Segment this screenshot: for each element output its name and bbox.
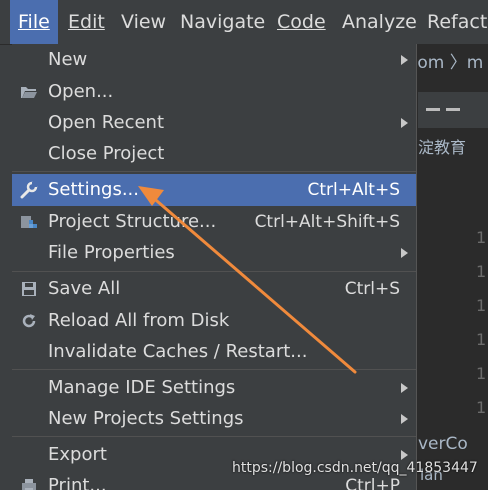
project-panel-edge: [0, 44, 12, 490]
menu-item-label: Print...: [48, 475, 107, 490]
breadcrumb[interactable]: com 〉m: [408, 48, 483, 73]
line-number: 1: [476, 228, 487, 247]
menu-item-label: Project Structure...: [48, 211, 217, 232]
menu-bar: File Edit View Navigate Code Analyze Ref…: [0, 0, 488, 45]
line-number: 1: [476, 364, 487, 383]
watermark: https://blog.csdn.net/qq_41853447: [232, 460, 478, 476]
reload-icon: [20, 312, 38, 330]
print-icon: [20, 477, 38, 490]
menu-item-invalidate-caches[interactable]: Invalidate Caches / Restart...: [12, 336, 416, 368]
menu-item-label: New Projects Settings: [48, 408, 244, 429]
menu-item-save-all[interactable]: Save All Ctrl+S: [12, 273, 416, 305]
line-number: 1: [476, 296, 487, 315]
line-number: 1: [476, 330, 487, 349]
save-icon: [20, 280, 38, 298]
project-structure-icon: [20, 213, 38, 231]
menu-item-shortcut: Ctrl+S: [344, 279, 400, 299]
menu-separator: [12, 369, 416, 370]
submenu-arrow-icon: [401, 450, 408, 460]
menu-item-new-projects-settings[interactable]: New Projects Settings: [12, 403, 416, 435]
menu-item-new[interactable]: New: [12, 44, 416, 76]
menu-refactor[interactable]: Refactor: [427, 0, 488, 44]
menu-edit[interactable]: Edit: [68, 0, 105, 44]
menu-item-open-recent[interactable]: Open Recent: [12, 107, 416, 139]
menu-item-close-project[interactable]: Close Project: [12, 138, 416, 170]
menu-item-shortcut: Ctrl+Alt+Shift+S: [254, 212, 400, 232]
menu-code[interactable]: Code: [277, 0, 326, 44]
menu-view[interactable]: View: [121, 0, 166, 44]
menu-item-label: Export: [48, 444, 107, 465]
folder-open-icon: [20, 83, 38, 101]
menu-item-label: Close Project: [48, 143, 165, 164]
menu-item-label: Reload All from Disk: [48, 310, 230, 331]
menu-item-label: Manage IDE Settings: [48, 377, 236, 398]
file-menu-dropdown: New Open... Open Recent Close Project Se…: [12, 44, 417, 490]
submenu-arrow-icon: [401, 55, 408, 65]
menu-item-reload-all[interactable]: Reload All from Disk: [12, 305, 416, 337]
menu-item-file-properties[interactable]: File Properties: [12, 237, 416, 269]
collapse-icon[interactable]: [446, 108, 460, 111]
line-number: 1: [476, 398, 487, 417]
menu-item-label: Invalidate Caches / Restart...: [48, 341, 308, 362]
menu-item-open[interactable]: Open...: [12, 76, 416, 108]
menu-item-label: Open...: [48, 81, 114, 102]
submenu-arrow-icon: [401, 118, 408, 128]
menu-item-manage-ide-settings[interactable]: Manage IDE Settings: [12, 372, 416, 404]
submenu-arrow-icon: [401, 248, 408, 258]
line-number: 1: [476, 262, 487, 281]
menu-item-label: New: [48, 49, 88, 70]
menu-separator: [12, 436, 416, 437]
menu-item-shortcut: Ctrl+Alt+S: [307, 180, 400, 200]
menu-analyze[interactable]: Analyze: [342, 0, 417, 44]
menu-item-label: Settings...: [48, 179, 139, 200]
menu-separator: [12, 271, 416, 272]
menu-item-project-structure[interactable]: Project Structure... Ctrl+Alt+Shift+S: [12, 206, 416, 238]
menu-item-label: Open Recent: [48, 112, 165, 133]
submenu-arrow-icon: [401, 414, 408, 424]
menu-item-label: File Properties: [48, 242, 175, 263]
menu-separator: [12, 171, 416, 172]
minimize-icon[interactable]: [426, 108, 440, 111]
code-fragment: verCo: [418, 434, 468, 454]
wrench-icon: [20, 181, 38, 199]
editor-toolbar: [418, 92, 488, 128]
menu-item-label: Save All: [48, 278, 121, 299]
submenu-arrow-icon: [401, 383, 408, 393]
menu-item-settings[interactable]: Settings... Ctrl+Alt+S: [12, 174, 416, 206]
menu-navigate[interactable]: Navigate: [180, 0, 265, 44]
editor-text: 淀教育: [418, 138, 467, 157]
menu-file[interactable]: File: [10, 0, 58, 44]
